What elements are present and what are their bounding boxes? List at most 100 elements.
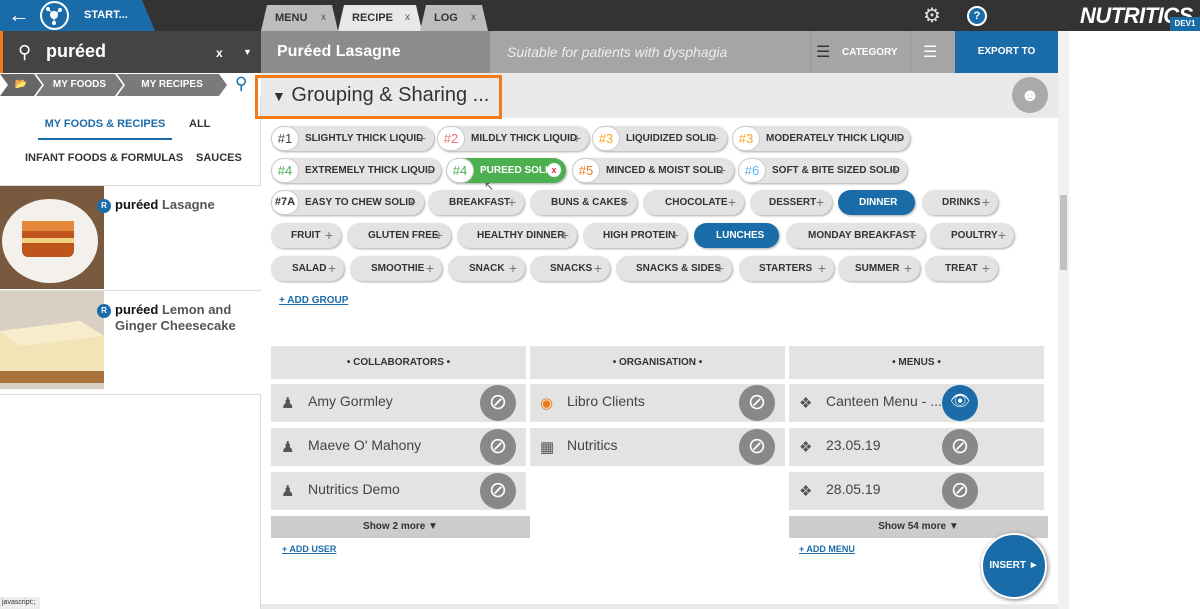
chip-chocolate[interactable]: CHOCOLATE +	[643, 190, 744, 215]
tab-menu[interactable]: MENU x	[261, 5, 338, 31]
chip-summer[interactable]: SUMMER +	[838, 256, 920, 281]
chip-salad[interactable]: SALAD +	[271, 256, 344, 281]
filter-sauces[interactable]: SAUCES	[196, 152, 242, 164]
ban-icon[interactable]: ⊘	[942, 429, 978, 465]
tab-my-foods[interactable]: MY FOODS	[36, 74, 123, 96]
result-title[interactable]: puréed Lasagne	[115, 197, 255, 213]
chip-gluten-free[interactable]: GLUTEN FREE +	[347, 223, 451, 248]
plus-icon[interactable]: +	[408, 194, 416, 210]
plus-icon[interactable]: +	[982, 260, 990, 276]
chip-soft-bite-sized-solid[interactable]: #6 SOFT & BITE SIZED SOLID +	[738, 158, 907, 183]
chip-pureed-solid[interactable]: #4 PUREED SOLID x	[446, 158, 566, 183]
chip-treat[interactable]: TREAT +	[925, 256, 998, 281]
eye-icon[interactable]: 👁	[942, 385, 978, 421]
scrollbar[interactable]	[1058, 31, 1069, 609]
plus-icon[interactable]: +	[728, 194, 736, 210]
search-input[interactable]: puréed	[46, 41, 106, 62]
chip-poultry[interactable]: POULTRY +	[930, 223, 1014, 248]
plus-icon[interactable]: +	[711, 130, 719, 146]
plus-icon[interactable]: +	[509, 260, 517, 276]
chip-minced-moist-solid[interactable]: #5 MINCED & MOIST SOLID +	[572, 158, 734, 183]
chip-extremely-thick-liquid[interactable]: #4 EXTREMELY THICK LIQUID +	[271, 158, 441, 183]
plus-icon[interactable]: +	[435, 227, 443, 243]
chip-drinks[interactable]: DRINKS +	[922, 190, 998, 215]
filter-infant-foods[interactable]: INFANT FOODS & FORMULAS	[25, 152, 183, 164]
filter-all[interactable]: ALL	[189, 118, 210, 130]
tab-my-recipes[interactable]: MY RECIPES	[117, 74, 227, 96]
chip-remove-icon[interactable]: x	[547, 163, 561, 177]
chip-liquidized-solid[interactable]: #3 LIQUIDIZED SOLID +	[592, 126, 727, 151]
plus-icon[interactable]: +	[426, 260, 434, 276]
ban-icon[interactable]: ⊘	[739, 429, 775, 465]
gear-icon[interactable]: ⚙	[921, 5, 943, 27]
plus-icon[interactable]: +	[909, 227, 917, 243]
plus-icon[interactable]: +	[891, 162, 899, 178]
plus-icon[interactable]: +	[325, 227, 333, 243]
add-user-icon[interactable]: ☻	[1012, 77, 1048, 113]
add-user-link[interactable]: + ADD USER	[282, 544, 336, 554]
chevron-down-icon[interactable]: ▼	[243, 47, 252, 57]
plus-icon[interactable]: +	[904, 260, 912, 276]
plus-icon[interactable]: +	[594, 260, 602, 276]
ban-icon[interactable]: ⊘	[480, 429, 516, 465]
recipe-name[interactable]: Puréed Lasagne	[277, 43, 401, 61]
add-group-link[interactable]: + ADD GROUP	[279, 295, 348, 306]
start-label[interactable]: START...	[84, 9, 128, 21]
search-icon[interactable]: ⚲	[235, 74, 247, 94]
plus-icon[interactable]: +	[998, 227, 1006, 243]
plus-icon[interactable]: +	[718, 162, 726, 178]
plus-icon[interactable]: +	[573, 130, 581, 146]
tab-log[interactable]: LOG x	[420, 5, 488, 31]
chip-slightly-thick-liquid[interactable]: #1 SLIGHTLY THICK LIQUID +	[271, 126, 434, 151]
chip-smoothie[interactable]: SMOOTHIE +	[350, 256, 442, 281]
ban-icon[interactable]: ⊘	[942, 473, 978, 509]
chip-fruit[interactable]: FRUIT +	[271, 223, 341, 248]
chip-starters[interactable]: STARTERS +	[739, 256, 834, 281]
plus-icon[interactable]: +	[328, 260, 336, 276]
chip-dessert[interactable]: DESSERT +	[750, 190, 832, 215]
app-logo-icon[interactable]	[40, 1, 69, 30]
help-icon[interactable]: ?	[967, 6, 987, 26]
plus-icon[interactable]: +	[982, 194, 990, 210]
chip-easy-to-chew-solid[interactable]: #7A EASY TO CHEW SOLID +	[271, 190, 424, 215]
chip-mildly-thick-liquid[interactable]: #2 MILDLY THICK LIQUID +	[437, 126, 589, 151]
plus-icon[interactable]: +	[561, 227, 569, 243]
chip-buns-cakes[interactable]: BUNS & CAKES +	[530, 190, 637, 215]
filter-my-foods-recipes[interactable]: MY FOODS & RECIPES	[38, 108, 172, 140]
add-menu-link[interactable]: + ADD MENU	[799, 544, 855, 554]
plus-icon[interactable]: +	[425, 162, 433, 178]
chip-dinner[interactable]: DINNER	[838, 190, 915, 215]
plus-icon[interactable]: +	[621, 194, 629, 210]
chip-snack[interactable]: SNACK +	[448, 256, 525, 281]
ban-icon[interactable]: ⊘	[480, 385, 516, 421]
scrollbar-thumb[interactable]	[1060, 195, 1067, 270]
plus-icon[interactable]: +	[716, 260, 724, 276]
ban-icon[interactable]: ⊘	[480, 473, 516, 509]
plus-icon[interactable]: +	[894, 130, 902, 146]
export-button[interactable]: EXPORT TO	[955, 31, 1058, 73]
show-more-collaborators-button[interactable]: Show 2 more ▼	[271, 516, 530, 538]
recipe-description[interactable]: Suitable for patients with dysphagia	[507, 44, 727, 60]
chip-moderately-thick-liquid[interactable]: #3 MODERATELY THICK LIQUID +	[732, 126, 910, 151]
clear-search-icon[interactable]: x	[216, 46, 223, 60]
ban-icon[interactable]: ⊘	[739, 385, 775, 421]
plus-icon[interactable]: +	[508, 194, 516, 210]
plus-icon[interactable]: +	[418, 130, 426, 146]
plus-icon[interactable]: +	[816, 194, 824, 210]
tab-close-icon[interactable]: x	[321, 12, 326, 23]
tab-close-icon[interactable]: x	[471, 12, 476, 23]
back-arrow-icon[interactable]: ←	[8, 4, 34, 26]
chip-lunches[interactable]: LUNCHES	[694, 223, 779, 248]
chip-breakfast[interactable]: BREAKFAST +	[428, 190, 524, 215]
plus-icon[interactable]: +	[818, 260, 826, 276]
section-title[interactable]: ▼ Grouping & Sharing ...	[272, 84, 489, 107]
tab-close-icon[interactable]: x	[405, 12, 410, 23]
plus-icon[interactable]: +	[671, 227, 679, 243]
chip-monday-breakfast[interactable]: MONDAY BREAKFAST +	[786, 223, 925, 248]
tab-recipe[interactable]: RECIPE x	[338, 5, 422, 31]
chip-snacks-sides[interactable]: SNACKS & SIDES +	[616, 256, 732, 281]
chip-healthy-dinner[interactable]: HEALTHY DINNER +	[457, 223, 577, 248]
insert-button[interactable]: INSERT ►	[981, 533, 1047, 599]
chip-high-protein[interactable]: HIGH PROTEIN +	[583, 223, 687, 248]
chip-snacks[interactable]: SNACKS +	[530, 256, 610, 281]
